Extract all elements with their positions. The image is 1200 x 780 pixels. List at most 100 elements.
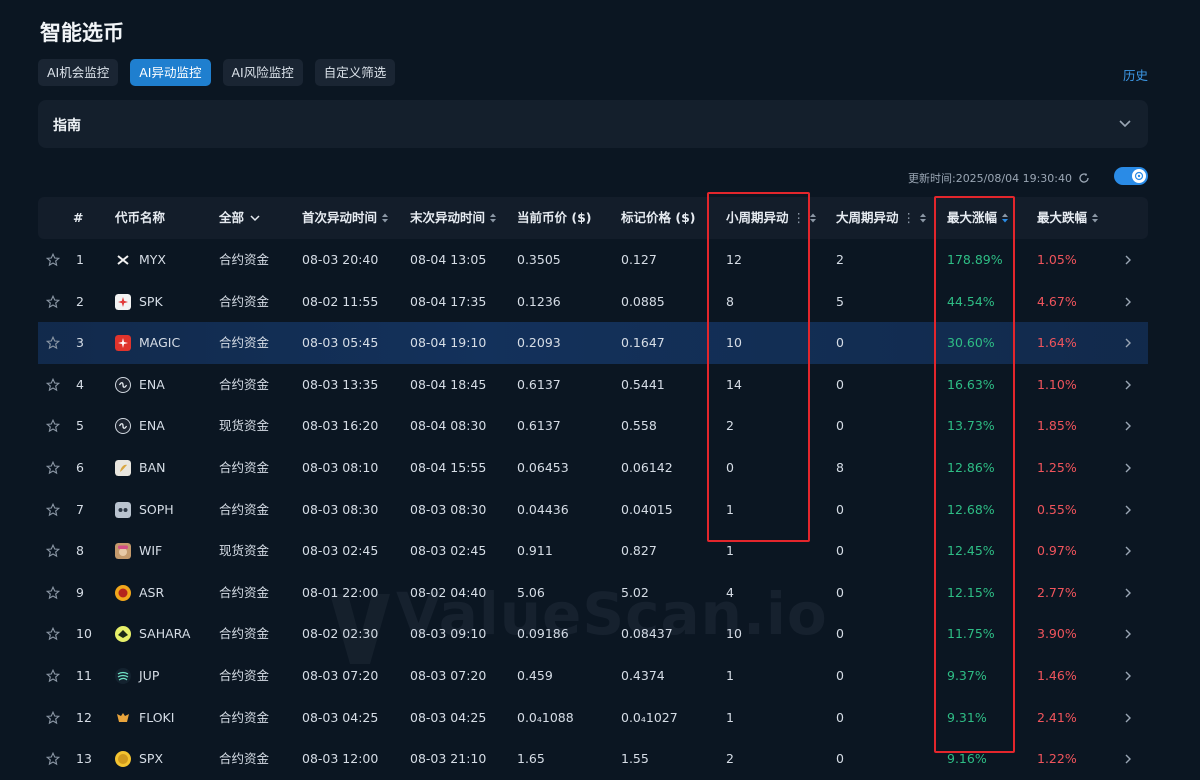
chevron-right-icon[interactable] [1124,628,1132,640]
header-index: # [73,210,84,225]
tab-ai-anomaly[interactable]: AI异动监控 [130,59,211,86]
chevron-right-icon[interactable] [1124,337,1132,349]
chevron-right-icon[interactable] [1124,504,1132,516]
table-row[interactable]: 7 SOPH 合约资金 08-03 08:30 08-03 08:30 0.04436 0.… [38,489,1148,531]
last-time: 08-04 19:10 [410,335,487,351]
max-down: 0.97% [1037,543,1077,559]
table-row[interactable]: 8 WIF 现货资金 08-03 02:45 08-03 02:45 0.911 0.827… [38,530,1148,572]
fund-type: 现货资金 [219,543,270,559]
star-icon[interactable] [46,627,60,641]
ena-icon [115,376,131,393]
coin-name: SPK [139,293,163,309]
tab-ai-opportunity[interactable]: AI机会监控 [38,59,119,86]
tab-custom-filter[interactable]: 自定义筛选 [314,59,396,86]
floki-icon [115,709,131,726]
max-down: 1.64% [1037,335,1077,351]
table-row[interactable]: 10 SAHARA 合约资金 08-02 02:30 08-03 09:10 0.0918… [38,613,1148,655]
table-row[interactable]: 4 ENA 合约资金 08-03 13:35 08-04 18:45 0.6137 0.54… [38,364,1148,406]
auto-refresh-toggle[interactable] [1114,167,1148,185]
max-up: 30.60% [947,335,995,351]
refresh-icon[interactable] [1078,172,1090,184]
table-row[interactable]: 1 MYX 合约资金 08-03 20:40 08-04 13:05 0.3505 0.12… [38,239,1148,281]
row-index: 3 [76,335,84,351]
current-price: 0.2093 [517,335,561,351]
header-max-up[interactable]: 最大涨幅 [947,197,1009,239]
sort-icon [920,213,927,223]
header-large-cycle-label: 大周期异动 [836,210,899,225]
chevron-right-icon[interactable] [1124,670,1132,682]
asr-icon [115,584,131,601]
table-row[interactable]: 9 ASR 合约资金 08-01 22:00 08-02 04:40 5.06 5.02 4 0… [38,572,1148,614]
header-first-time[interactable]: 首次异动时间 [302,197,389,239]
star-icon[interactable] [46,752,60,766]
max-down: 1.05% [1037,252,1077,267]
fund-type: 合约资金 [219,335,270,351]
chevron-right-icon[interactable] [1124,254,1132,266]
max-down: 1.85% [1037,418,1077,434]
row-index: 4 [76,376,84,392]
history-link[interactable]: 历史 [1123,65,1148,84]
first-time: 08-01 22:00 [302,584,379,600]
header-max-down[interactable]: 最大跌幅 [1037,197,1099,239]
table-row[interactable]: 5 ENA 现货资金 08-03 16:20 08-04 08:30 0.6137 0.55… [38,405,1148,447]
fund-type: 合约资金 [219,293,270,309]
last-time: 08-04 13:05 [410,252,487,267]
coin-name: ENA [139,418,165,434]
toggle-knob [1132,169,1146,183]
star-icon[interactable] [46,710,60,725]
star-icon[interactable] [46,336,60,350]
chevron-right-icon[interactable] [1124,296,1132,308]
table-row[interactable]: 3 MAGIC 合约资金 08-03 05:45 08-04 19:10 0.2093 0.… [38,322,1148,364]
coin-name: MAGIC [139,335,181,351]
small-cycle-count: 0 [726,460,734,475]
header-fund-filter[interactable]: 全部 [219,197,262,239]
chevron-right-icon[interactable] [1124,462,1132,474]
chevron-right-icon[interactable] [1124,545,1132,557]
fund-type: 合约资金 [219,584,270,600]
sort-icon [810,213,817,223]
fund-type: 合约资金 [219,626,270,642]
max-up: 44.54% [947,293,995,309]
star-icon[interactable] [46,585,60,600]
star-icon[interactable] [46,377,60,392]
row-index: 2 [76,293,84,309]
guide-panel[interactable]: 指南 [38,100,1148,148]
star-icon[interactable] [46,544,60,558]
star-icon[interactable] [46,253,60,267]
coin-name: FLOKI [139,709,175,725]
table-row[interactable]: 12 FLOKI 合约资金 08-03 04:25 08-03 04:25 0.0₄108… [38,697,1148,739]
star-icon[interactable] [46,502,60,517]
chevron-right-icon[interactable] [1124,420,1132,432]
table-row[interactable]: 11 JUP 合约资金 08-03 07:20 08-03 07:20 0.459 0.43… [38,655,1148,697]
star-icon[interactable] [46,294,60,309]
page-title: 智能选币 [40,21,124,45]
star-icon[interactable] [46,461,60,475]
mark-price: 0.0₄1027 [621,709,678,725]
more-icon: ⋮ [792,210,806,225]
fund-type: 合约资金 [219,252,270,267]
table-row[interactable]: 2 SPK 合约资金 08-02 11:55 08-04 17:35 0.1236 0.08… [38,281,1148,323]
mark-price: 0.4374 [621,668,665,683]
current-price: 0.6137 [517,418,561,434]
chevron-right-icon[interactable] [1124,712,1132,724]
header-small-cycle[interactable]: 小周期异动 ⋮ [726,197,817,239]
last-time: 08-04 17:35 [410,293,487,309]
chevron-right-icon[interactable] [1124,753,1132,765]
current-price: 0.6137 [517,376,561,392]
star-icon[interactable] [46,669,60,683]
header-small-cycle-label: 小周期异动 [726,210,789,225]
table-row[interactable]: 6 BAN 合约资金 08-03 08:10 08-04 15:55 0.06453 0.0… [38,447,1148,489]
tab-ai-risk[interactable]: AI风险监控 [222,59,303,86]
chevron-down-icon[interactable] [1116,114,1134,132]
header-last-time[interactable]: 末次异动时间 [410,197,497,239]
first-time: 08-03 02:45 [302,543,379,559]
star-icon[interactable] [46,419,60,433]
chevron-right-icon[interactable] [1124,587,1132,599]
mark-price: 0.5441 [621,376,665,392]
current-price: 5.06 [517,584,545,600]
chevron-right-icon[interactable] [1124,379,1132,391]
header-last-time-label: 末次异动时间 [410,210,486,225]
header-large-cycle[interactable]: 大周期异动 ⋮ [836,197,927,239]
first-time: 08-03 13:35 [302,376,379,392]
fund-type: 合约资金 [219,668,270,683]
